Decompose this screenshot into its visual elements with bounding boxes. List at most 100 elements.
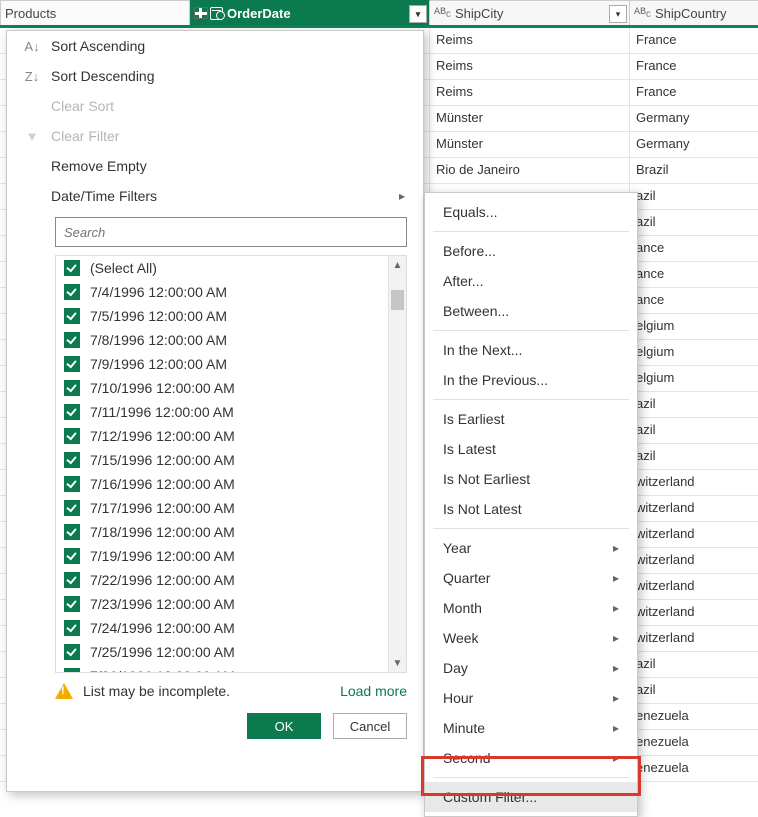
- filter-values-list: (Select All)7/4/1996 12:00:00 AM 7/5/1996…: [55, 255, 407, 673]
- checkbox-icon[interactable]: [64, 284, 80, 300]
- filter-value-label: 7/12/1996 12:00:00 AM: [90, 428, 235, 444]
- cell-shipcountry: ance: [630, 262, 758, 287]
- cell-shipcountry: enezuela: [630, 704, 758, 729]
- filter-in-previous[interactable]: In the Previous...: [425, 365, 637, 395]
- cell-shipcountry: witzerland: [630, 600, 758, 625]
- sort-ascending-item[interactable]: A↓ Sort Ascending: [7, 31, 423, 61]
- checkbox-icon[interactable]: [64, 500, 80, 516]
- checkbox-icon[interactable]: [64, 596, 80, 612]
- column-label: Products: [5, 6, 56, 21]
- cell-shipcountry: elgium: [630, 340, 758, 365]
- cell-shipcity: Reims: [430, 80, 630, 105]
- checkbox-icon[interactable]: [64, 476, 80, 492]
- cell-shipcountry: witzerland: [630, 470, 758, 495]
- checkbox-icon[interactable]: [64, 404, 80, 420]
- filter-value-item[interactable]: 7/11/1996 12:00:00 AM: [56, 400, 406, 424]
- filter-value-item[interactable]: 7/18/1996 12:00:00 AM: [56, 520, 406, 544]
- checkbox-icon[interactable]: [64, 548, 80, 564]
- filter-value-item[interactable]: 7/5/1996 12:00:00 AM: [56, 304, 406, 328]
- cell-shipcity: Münster: [430, 106, 630, 131]
- scroll-down-button[interactable]: ▼: [389, 654, 406, 672]
- filter-hour[interactable]: Hour: [425, 683, 637, 713]
- checkbox-icon[interactable]: [64, 356, 80, 372]
- cancel-button[interactable]: Cancel: [333, 713, 407, 739]
- menu-label: Clear Sort: [51, 98, 114, 114]
- scroll-up-button[interactable]: ▲: [389, 256, 406, 274]
- cell-shipcity: Reims: [430, 28, 630, 53]
- checkbox-icon[interactable]: [64, 428, 80, 444]
- filter-value-label: 7/18/1996 12:00:00 AM: [90, 524, 235, 540]
- column-filter-dropdown[interactable]: [609, 5, 627, 23]
- filter-custom[interactable]: Custom Filter...: [425, 782, 637, 812]
- checkbox-icon[interactable]: [64, 620, 80, 636]
- filter-value-item[interactable]: (Select All): [56, 256, 406, 280]
- filter-equals[interactable]: Equals...: [425, 197, 637, 227]
- cell-shipcountry: France: [630, 54, 758, 79]
- remove-empty-item[interactable]: Remove Empty: [7, 151, 423, 181]
- filter-value-item[interactable]: 7/22/1996 12:00:00 AM: [56, 568, 406, 592]
- cell-shipcity: Reims: [430, 54, 630, 79]
- menu-label: Sort Descending: [51, 68, 155, 84]
- filter-in-next[interactable]: In the Next...: [425, 335, 637, 365]
- checkbox-icon[interactable]: [64, 644, 80, 660]
- column-filter-dropdown[interactable]: [409, 5, 427, 23]
- filter-value-item[interactable]: 7/19/1996 12:00:00 AM: [56, 544, 406, 568]
- cell-shipcountry: azil: [630, 678, 758, 703]
- filter-is-not-latest[interactable]: Is Not Latest: [425, 494, 637, 524]
- filter-year[interactable]: Year: [425, 533, 637, 563]
- checkbox-icon[interactable]: [64, 572, 80, 588]
- column-label: OrderDate: [227, 6, 291, 21]
- sort-descending-item[interactable]: Z↓ Sort Descending: [7, 61, 423, 91]
- filter-value-item[interactable]: 7/25/1996 12:00:00 AM: [56, 640, 406, 664]
- filter-week[interactable]: Week: [425, 623, 637, 653]
- filter-value-label: 7/11/1996 12:00:00 AM: [90, 404, 234, 420]
- filter-is-earliest[interactable]: Is Earliest: [425, 404, 637, 434]
- filter-value-item[interactable]: 7/8/1996 12:00:00 AM: [56, 328, 406, 352]
- filter-value-item[interactable]: 7/12/1996 12:00:00 AM: [56, 424, 406, 448]
- filter-day[interactable]: Day: [425, 653, 637, 683]
- filter-value-item[interactable]: 7/15/1996 12:00:00 AM: [56, 448, 406, 472]
- checkbox-icon[interactable]: [64, 308, 80, 324]
- filter-value-item[interactable]: 7/4/1996 12:00:00 AM: [56, 280, 406, 304]
- cell-shipcountry: Germany: [630, 106, 758, 131]
- ok-button[interactable]: OK: [247, 713, 321, 739]
- column-header-shipcity[interactable]: ABC ShipCity: [430, 0, 630, 25]
- column-header-orderdate[interactable]: OrderDate: [190, 0, 430, 25]
- filter-search-input[interactable]: [55, 217, 407, 247]
- checkbox-icon[interactable]: [64, 452, 80, 468]
- filter-value-item[interactable]: 7/24/1996 12:00:00 AM: [56, 616, 406, 640]
- filter-value-item[interactable]: 7/10/1996 12:00:00 AM: [56, 376, 406, 400]
- filter-month[interactable]: Month: [425, 593, 637, 623]
- scrollbar[interactable]: ▲ ▼: [388, 256, 406, 672]
- checkbox-icon[interactable]: [64, 260, 80, 276]
- filter-is-latest[interactable]: Is Latest: [425, 434, 637, 464]
- filter-is-not-earliest[interactable]: Is Not Earliest: [425, 464, 637, 494]
- filter-second[interactable]: Second: [425, 743, 637, 773]
- filter-value-item[interactable]: 7/16/1996 12:00:00 AM: [56, 472, 406, 496]
- filter-value-label: 7/17/1996 12:00:00 AM: [90, 500, 235, 516]
- cell-shipcountry: azil: [630, 418, 758, 443]
- filter-quarter[interactable]: Quarter: [425, 563, 637, 593]
- checkbox-icon[interactable]: [64, 332, 80, 348]
- filter-between[interactable]: Between...: [425, 296, 637, 326]
- filter-minute[interactable]: Minute: [425, 713, 637, 743]
- checkbox-icon[interactable]: [64, 524, 80, 540]
- checkbox-icon[interactable]: [64, 380, 80, 396]
- cell-shipcity: Münster: [430, 132, 630, 157]
- load-more-link[interactable]: Load more: [340, 683, 407, 699]
- funnel-icon: ▼: [23, 129, 41, 144]
- filter-value-item[interactable]: 7/9/1996 12:00:00 AM: [56, 352, 406, 376]
- filter-after[interactable]: After...: [425, 266, 637, 296]
- filter-before[interactable]: Before...: [425, 236, 637, 266]
- filter-value-label: 7/8/1996 12:00:00 AM: [90, 332, 227, 348]
- filter-value-label: 7/5/1996 12:00:00 AM: [90, 308, 227, 324]
- date-time-filters-item[interactable]: Date/Time Filters: [7, 181, 423, 211]
- scrollbar-thumb[interactable]: [391, 290, 404, 310]
- cell-shipcountry: azil: [630, 392, 758, 417]
- filter-value-item[interactable]: 7/23/1996 12:00:00 AM: [56, 592, 406, 616]
- filter-value-item[interactable]: 7/26/1996 12:00:00 AM: [56, 664, 406, 672]
- filter-value-item[interactable]: 7/17/1996 12:00:00 AM: [56, 496, 406, 520]
- checkbox-icon[interactable]: [64, 668, 80, 672]
- column-header-shipcountry[interactable]: ABC ShipCountry: [630, 0, 758, 25]
- column-header-products[interactable]: Products: [0, 0, 190, 25]
